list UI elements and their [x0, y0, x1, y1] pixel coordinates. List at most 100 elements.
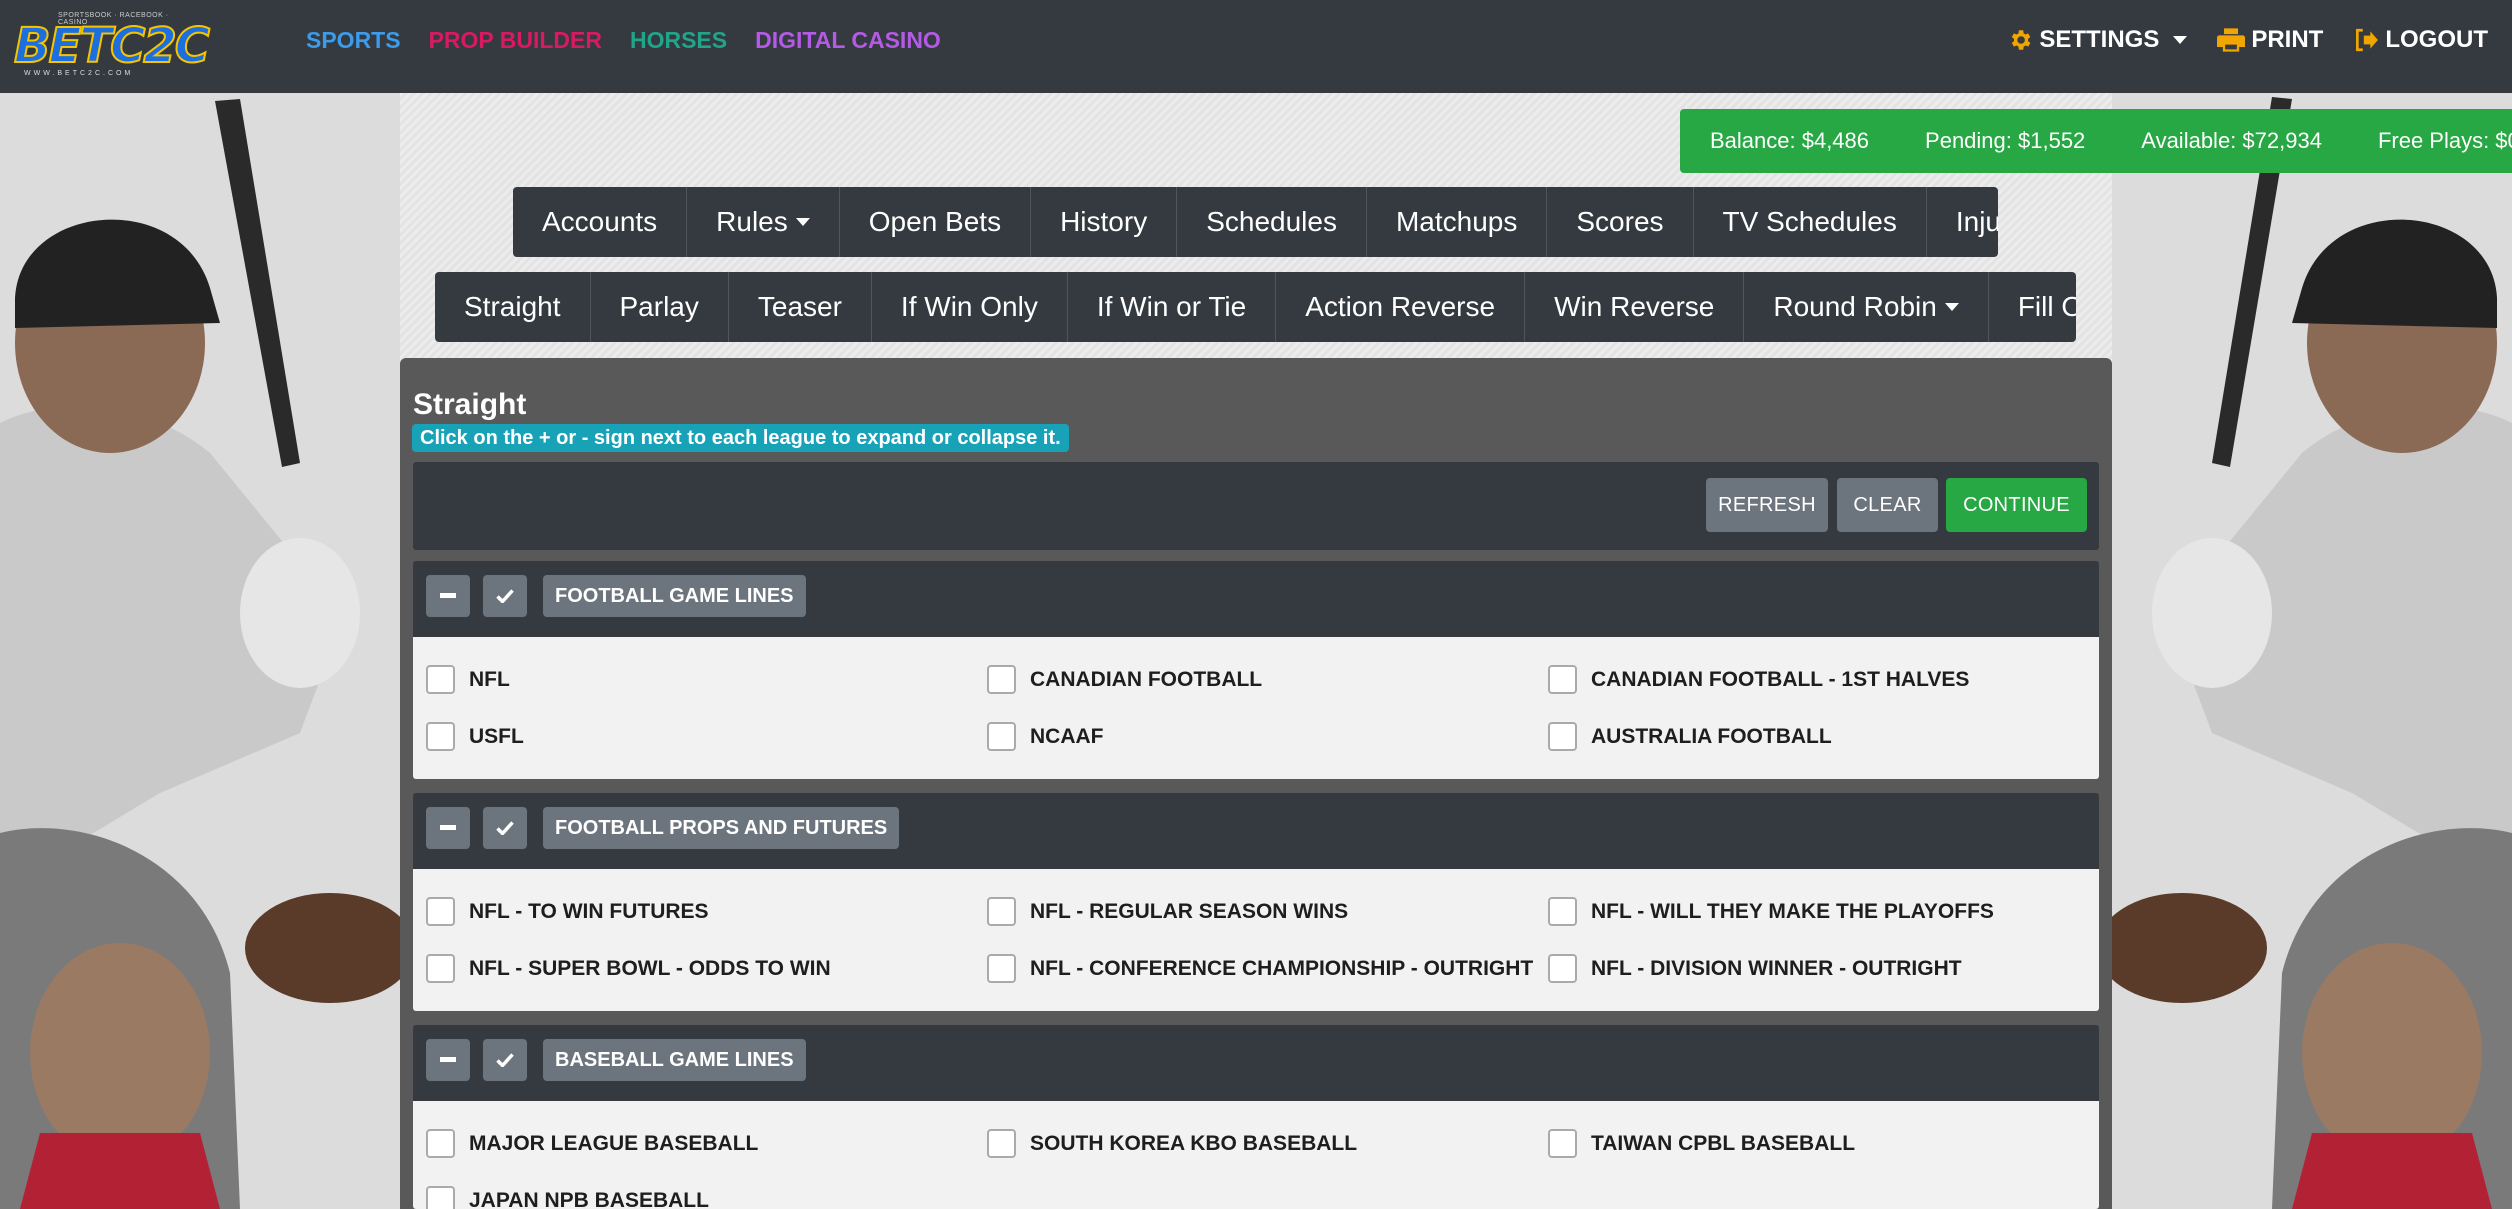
nav-horses[interactable]: HORSES	[630, 27, 727, 54]
background-player-left	[0, 93, 400, 1209]
action-bar: REFRESH CLEAR CONTINUE	[413, 462, 2099, 550]
league-label: NFL - WILL THEY MAKE THE PLAYOFFS	[1591, 899, 1994, 923]
bet-type-if-win-or-tie[interactable]: If Win or Tie	[1068, 272, 1277, 342]
bet-type-parlay[interactable]: Parlay	[591, 272, 729, 342]
select-all-button[interactable]	[483, 575, 527, 617]
league-checkbox[interactable]	[426, 897, 455, 926]
menu-injuries[interactable]: Injuries	[1927, 187, 1998, 257]
menu-open-bets[interactable]: Open Bets	[840, 187, 1032, 257]
league-label: CANADIAN FOOTBALL	[1030, 667, 1263, 691]
league-checkbox[interactable]	[426, 1129, 455, 1158]
league-label: NCAAF	[1030, 724, 1104, 748]
league-checkbox[interactable]	[987, 897, 1016, 926]
league-checkbox[interactable]	[1548, 722, 1577, 751]
section-header: FOOTBALL PROPS AND FUTURES	[413, 793, 2099, 869]
section-title: FOOTBALL GAME LINES	[543, 575, 806, 617]
menu-accounts[interactable]: Accounts	[513, 187, 688, 257]
league-nfl[interactable]: NFL	[426, 665, 510, 694]
league-checkbox[interactable]	[1548, 665, 1577, 694]
menu-tv-schedules[interactable]: TV Schedules	[1694, 187, 1927, 257]
check-icon	[496, 821, 514, 835]
collapse-button[interactable]	[426, 575, 470, 617]
league-nfl-conference-championship[interactable]: NFL - CONFERENCE CHAMPIONSHIP - OUTRIGHT	[987, 954, 1533, 983]
menu-history[interactable]: History	[1031, 187, 1178, 257]
nav-prop-builder[interactable]: PROP BUILDER	[429, 27, 602, 54]
league-checkbox[interactable]	[987, 722, 1016, 751]
league-checkbox[interactable]	[1548, 897, 1577, 926]
league-south-korea-kbo-baseball[interactable]: SOUTH KOREA KBO BASEBALL	[987, 1129, 1357, 1158]
league-label: NFL	[469, 667, 510, 691]
league-nfl-super-bowl-odds[interactable]: NFL - SUPER BOWL - ODDS TO WIN	[426, 954, 831, 983]
league-checkbox[interactable]	[426, 1186, 455, 1209]
menu-scores[interactable]: Scores	[1547, 187, 1694, 257]
collapse-button[interactable]	[426, 1039, 470, 1081]
league-label: SOUTH KOREA KBO BASEBALL	[1030, 1131, 1358, 1155]
league-checkbox[interactable]	[426, 665, 455, 694]
league-canadian-football[interactable]: CANADIAN FOOTBALL	[987, 665, 1262, 694]
menu-rules[interactable]: Rules	[687, 187, 840, 257]
league-major-league-baseball[interactable]: MAJOR LEAGUE BASEBALL	[426, 1129, 758, 1158]
league-label: NFL - TO WIN FUTURES	[469, 899, 709, 923]
league-usfl[interactable]: USFL	[426, 722, 524, 751]
nav-digital-casino[interactable]: DIGITAL CASINO	[755, 27, 941, 54]
league-nfl-division-winner[interactable]: NFL - DIVISION WINNER - OUTRIGHT	[1548, 954, 1962, 983]
logo-url: WWW.BETC2C.COM	[24, 70, 134, 77]
league-ncaaf[interactable]: NCAAF	[987, 722, 1104, 751]
settings-menu[interactable]: SETTINGS	[2007, 26, 2188, 54]
section-football-game-lines: FOOTBALL GAME LINES NFL CANADIAN FOOTBAL…	[413, 561, 2099, 779]
continue-button[interactable]: CONTINUE	[1946, 478, 2087, 532]
balance-bar: Balance: $4,486 Pending: $1,552 Availabl…	[1680, 109, 2512, 173]
league-checkbox[interactable]	[987, 665, 1016, 694]
league-japan-npb-baseball[interactable]: JAPAN NPB BASEBALL	[426, 1186, 709, 1209]
select-all-button[interactable]	[483, 1039, 527, 1081]
nav-sports[interactable]: SPORTS	[306, 27, 401, 54]
logo-brand: BETC2C	[13, 17, 211, 75]
league-australia-football[interactable]: AUSTRALIA FOOTBALL	[1548, 722, 1832, 751]
league-nfl-regular-season-wins[interactable]: NFL - REGULAR SEASON WINS	[987, 897, 1348, 926]
bet-type-action-reverse[interactable]: Action Reverse	[1276, 272, 1526, 342]
bet-type-if-win-only[interactable]: If Win Only	[872, 272, 1068, 342]
league-taiwan-cpbl-baseball[interactable]: TAIWAN CPBL BASEBALL	[1548, 1129, 1855, 1158]
select-all-button[interactable]	[483, 807, 527, 849]
league-canadian-football-1st-halves[interactable]: CANADIAN FOOTBALL - 1ST HALVES	[1548, 665, 1969, 694]
bet-type-win-reverse[interactable]: Win Reverse	[1525, 272, 1745, 342]
league-label: AUSTRALIA FOOTBALL	[1591, 724, 1832, 748]
section-body: MAJOR LEAGUE BASEBALL SOUTH KOREA KBO BA…	[413, 1101, 2099, 1209]
clear-button[interactable]: CLEAR	[1837, 478, 1938, 532]
betc2c-logo[interactable]: SPORTSBOOK · RACEBOOK · CASINO BETC2C WW…	[13, 12, 211, 77]
top-nav: SPORTS PROP BUILDER HORSES DIGITAL CASIN…	[306, 27, 941, 54]
refresh-button[interactable]: REFRESH	[1706, 478, 1828, 532]
league-checkbox[interactable]	[426, 722, 455, 751]
top-bar: SPORTSBOOK · RACEBOOK · CASINO BETC2C WW…	[0, 0, 2512, 93]
bet-type-fill-open[interactable]: Fill Open	[1989, 272, 2076, 342]
round-robin-label: Round Robin	[1773, 291, 1937, 322]
league-checkbox[interactable]	[1548, 954, 1577, 983]
pending-value: Pending: $1,552	[1925, 128, 2086, 153]
logout-button[interactable]: LOGOUT	[2353, 26, 2488, 54]
bet-type-teaser[interactable]: Teaser	[729, 272, 872, 342]
bet-type-round-robin[interactable]: Round Robin	[1744, 272, 1989, 342]
league-nfl-will-they-make-the-playoffs[interactable]: NFL - WILL THEY MAKE THE PLAYOFFS	[1548, 897, 1994, 926]
league-checkbox[interactable]	[987, 954, 1016, 983]
section-title: BASEBALL GAME LINES	[543, 1039, 806, 1081]
league-label: USFL	[469, 724, 524, 748]
print-label: PRINT	[2251, 26, 2324, 53]
bet-type-straight[interactable]: Straight	[435, 272, 591, 342]
section-header: FOOTBALL GAME LINES	[413, 561, 2099, 637]
league-checkbox[interactable]	[426, 954, 455, 983]
menu-matchups[interactable]: Matchups	[1367, 187, 1548, 257]
league-nfl-to-win-futures[interactable]: NFL - TO WIN FUTURES	[426, 897, 709, 926]
collapse-button[interactable]	[426, 807, 470, 849]
balance-value: Balance: $4,486	[1710, 128, 1870, 153]
league-checkbox[interactable]	[987, 1129, 1016, 1158]
league-label: JAPAN NPB BASEBALL	[469, 1188, 709, 1209]
league-label: TAIWAN CPBL BASEBALL	[1591, 1131, 1856, 1155]
section-header: BASEBALL GAME LINES	[413, 1025, 2099, 1101]
check-icon	[496, 589, 514, 603]
minus-icon	[440, 1057, 456, 1062]
menu-schedules[interactable]: Schedules	[1177, 187, 1367, 257]
expand-hint-badge: Click on the + or - sign next to each le…	[412, 424, 1069, 452]
print-button[interactable]: PRINT	[2217, 26, 2323, 54]
league-checkbox[interactable]	[1548, 1129, 1577, 1158]
section-football-props-and-futures: FOOTBALL PROPS AND FUTURES NFL - TO WIN …	[413, 793, 2099, 1011]
